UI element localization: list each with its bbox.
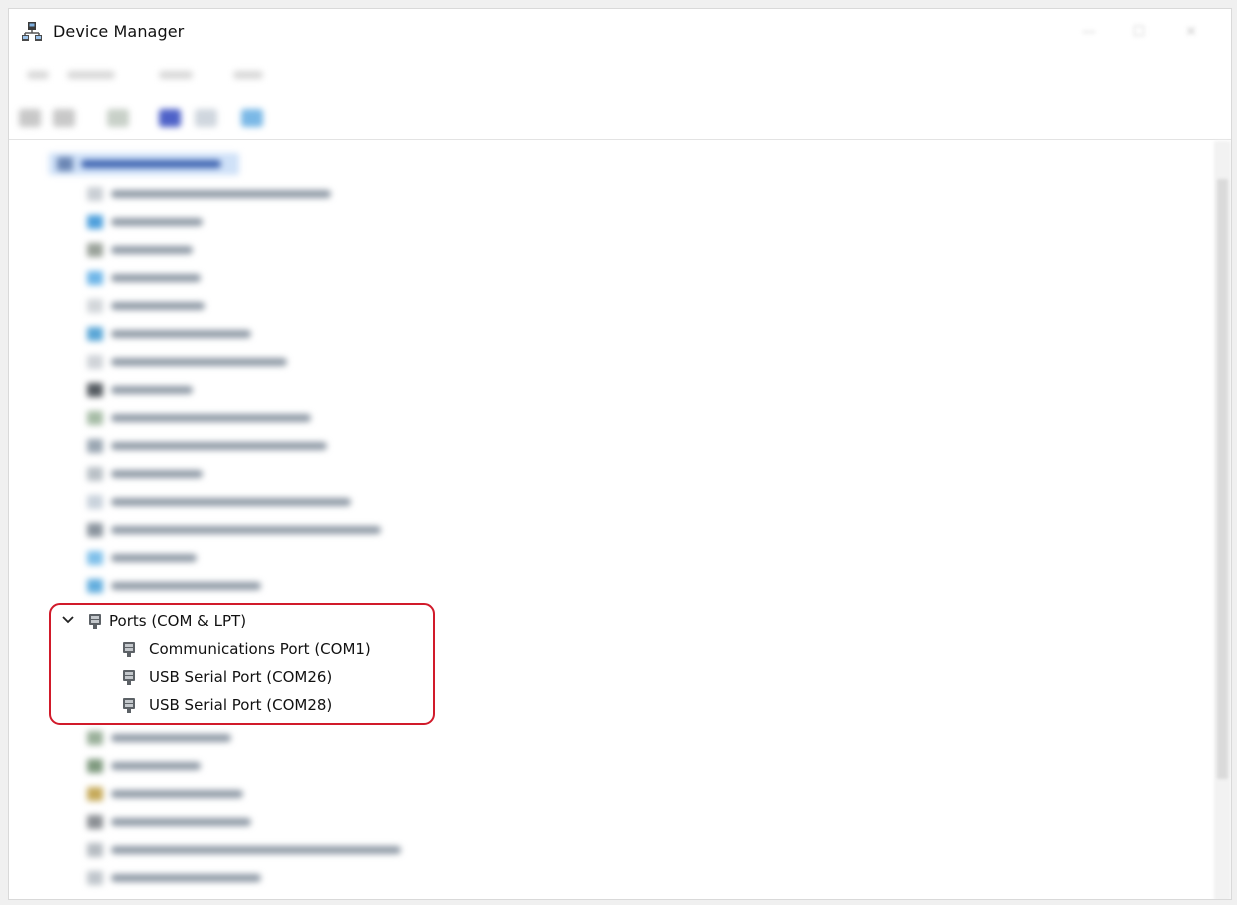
ports-category-group: Ports (COM & LPT) Communications Port (C…: [49, 603, 435, 725]
tree-item[interactable]: [87, 755, 287, 777]
tree-item[interactable]: [87, 867, 307, 889]
help-icon[interactable]: [159, 109, 181, 127]
forward-icon[interactable]: [53, 109, 75, 127]
tree-item-label: Ports (COM & LPT): [109, 612, 247, 630]
blurred-device-list: [9, 141, 1209, 899]
menu-file[interactable]: [27, 71, 49, 79]
close-icon[interactable]: ✕: [1169, 19, 1213, 45]
tree-item[interactable]: [87, 491, 367, 513]
tree-item[interactable]: [87, 407, 327, 429]
maximize-icon[interactable]: ☐: [1117, 19, 1161, 45]
menu-view[interactable]: [159, 71, 193, 79]
tree-item[interactable]: [87, 435, 347, 457]
tree-item[interactable]: [87, 323, 287, 345]
tree-item[interactable]: [87, 239, 287, 261]
tree-item-label: USB Serial Port (COM26): [149, 668, 333, 686]
window-title: Device Manager: [53, 22, 185, 41]
tree-item[interactable]: [87, 379, 287, 401]
tree-item[interactable]: [87, 463, 287, 485]
back-icon[interactable]: [19, 109, 41, 127]
tree-item[interactable]: [87, 839, 427, 861]
toolbar: [9, 99, 1231, 139]
tree-item[interactable]: [87, 811, 287, 833]
port-connector-icon: [89, 614, 101, 629]
tree-item-label: Communications Port (COM1): [149, 640, 371, 658]
tree-item-ports[interactable]: Ports (COM & LPT): [51, 609, 431, 633]
tree-item[interactable]: [87, 575, 307, 597]
tree-item[interactable]: [87, 295, 287, 317]
device-tree: [9, 141, 1209, 899]
scan-hardware-icon[interactable]: [241, 109, 263, 127]
properties-icon[interactable]: [107, 109, 129, 127]
port-connector-icon: [123, 670, 135, 685]
chevron-down-icon[interactable]: [61, 613, 75, 627]
tree-item[interactable]: [87, 351, 307, 373]
tree-item[interactable]: [87, 519, 407, 541]
toolbar-divider: [9, 139, 1231, 140]
menu-action[interactable]: [67, 71, 115, 79]
tree-item-com1[interactable]: Communications Port (COM1): [51, 637, 431, 661]
port-connector-icon: [123, 642, 135, 657]
tree-item-com28[interactable]: USB Serial Port (COM28): [51, 693, 431, 717]
tree-item[interactable]: [87, 547, 287, 569]
tree-item[interactable]: [87, 783, 287, 805]
port-connector-icon: [123, 698, 135, 713]
root-node[interactable]: [57, 153, 237, 175]
scrollbar-thumb[interactable]: [1217, 179, 1228, 779]
device-manager-window: Device Manager — ☐ ✕ Ports (COM & LPT) C…: [8, 8, 1232, 900]
tree-item[interactable]: [87, 267, 287, 289]
update-driver-icon[interactable]: [195, 109, 217, 127]
menu-help[interactable]: [233, 71, 263, 79]
tree-item-label: USB Serial Port (COM28): [149, 696, 333, 714]
tree-item[interactable]: [87, 183, 347, 205]
tree-item[interactable]: [87, 211, 287, 233]
menu-bar: [9, 61, 1231, 89]
title-bar: Device Manager — ☐ ✕: [9, 9, 1231, 55]
device-manager-icon: [22, 22, 42, 41]
tree-item[interactable]: [87, 727, 287, 749]
tree-item-com26[interactable]: USB Serial Port (COM26): [51, 665, 431, 689]
minimize-icon[interactable]: —: [1067, 19, 1111, 45]
